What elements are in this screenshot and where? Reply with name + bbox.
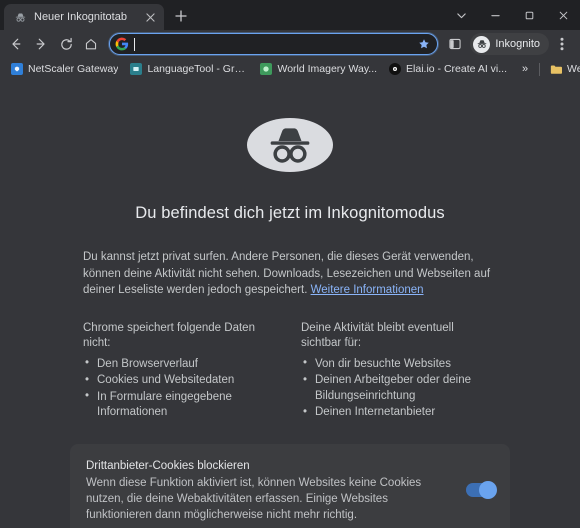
tab-title: Neuer Inkognitotab bbox=[34, 11, 127, 23]
google-g-icon bbox=[115, 37, 129, 51]
incognito-icon bbox=[473, 35, 491, 53]
bookmarks-divider bbox=[539, 62, 541, 76]
column-list: Den Browserverlauf Cookies und Websiteda… bbox=[83, 356, 279, 421]
reload-icon[interactable] bbox=[54, 32, 78, 56]
bookmark-elai-io[interactable]: Elai.io - Create AI vi... bbox=[384, 61, 514, 77]
bookmark-netscaler-gateway[interactable]: NetScaler Gateway bbox=[6, 61, 125, 77]
browser-menu-icon[interactable] bbox=[550, 32, 574, 56]
info-columns: Chrome speichert folgende Daten nicht: D… bbox=[83, 321, 497, 422]
address-input[interactable] bbox=[134, 37, 410, 51]
card-text: Drittanbieter-Cookies blockieren Wenn di… bbox=[86, 458, 454, 523]
list-item: Den Browserverlauf bbox=[83, 356, 279, 373]
chevron-down-icon[interactable] bbox=[444, 0, 478, 30]
card-title: Drittanbieter-Cookies blockieren bbox=[86, 459, 250, 472]
list-item: Deinen Arbeitgeber oder deine Bildungsei… bbox=[301, 373, 497, 404]
page-content: Du kannst jetzt privat surfen. Andere Pe… bbox=[83, 249, 497, 422]
minimize-icon[interactable] bbox=[478, 0, 512, 30]
bookmark-languagetool[interactable]: LanguageTool - Gra... bbox=[125, 61, 255, 77]
page-title: Du befindest dich jetzt im Inkognitomodu… bbox=[135, 204, 445, 222]
bookmark-favicon bbox=[260, 63, 273, 75]
learn-more-link[interactable]: Weitere Informationen bbox=[311, 284, 424, 296]
toggle-knob bbox=[479, 481, 497, 499]
close-icon[interactable] bbox=[143, 10, 158, 25]
bookmarks-overflow-icon[interactable]: » bbox=[516, 63, 534, 75]
column-list: Von dir besuchte Websites Deinen Arbeitg… bbox=[301, 356, 497, 421]
tab-strip: Neuer Inkognitotab bbox=[0, 0, 580, 30]
column-heading: Deine Aktivität bleibt eventuell sichtba… bbox=[301, 321, 454, 349]
home-icon[interactable] bbox=[79, 32, 103, 56]
list-item: Cookies und Websitedaten bbox=[83, 373, 279, 389]
bookmark-favicon bbox=[11, 63, 23, 75]
column-still-visible: Deine Aktivität bleibt eventuell sichtba… bbox=[301, 321, 497, 422]
bookmark-folder-weitere-lesezeichen[interactable]: Weitere Lesezeichen bbox=[545, 61, 580, 77]
block-third-party-cookies-toggle[interactable] bbox=[466, 481, 497, 499]
bookmark-label: NetScaler Gateway bbox=[28, 63, 119, 75]
intro-paragraph: Du kannst jetzt privat surfen. Andere Pe… bbox=[83, 249, 497, 299]
text-caret bbox=[134, 37, 135, 51]
third-party-cookies-card: Drittanbieter-Cookies blockieren Wenn di… bbox=[70, 443, 510, 528]
new-tab-button[interactable] bbox=[168, 3, 194, 29]
incognito-pill-label: Inkognito bbox=[495, 38, 540, 50]
bookmark-star-icon[interactable] bbox=[415, 35, 433, 53]
incognito-hat-glasses-icon bbox=[247, 118, 333, 172]
bookmark-favicon bbox=[130, 63, 143, 75]
incognito-icon bbox=[13, 10, 27, 24]
address-bar[interactable] bbox=[109, 33, 439, 55]
bookmark-label: World Imagery Way... bbox=[277, 63, 378, 75]
incognito-profile-pill[interactable]: Inkognito bbox=[470, 33, 549, 55]
bookmarks-bar: NetScaler Gateway LanguageTool - Gra... … bbox=[0, 58, 580, 80]
bookmark-world-imagery-way[interactable]: World Imagery Way... bbox=[255, 61, 384, 77]
bookmark-label: Weitere Lesezeichen bbox=[567, 63, 580, 75]
back-icon[interactable] bbox=[4, 32, 28, 56]
list-item: In Formulare eingegebene Informationen bbox=[83, 389, 279, 421]
bookmark-favicon bbox=[389, 63, 402, 75]
list-item: Von dir besuchte Websites bbox=[301, 356, 497, 373]
column-not-saved: Chrome speichert folgende Daten nicht: D… bbox=[83, 321, 279, 422]
tab-neuer-inkognitotab[interactable]: Neuer Inkognitotab bbox=[4, 4, 164, 30]
folder-icon bbox=[550, 63, 563, 75]
incognito-new-tab-page: Du befindest dich jetzt im Inkognitomodu… bbox=[0, 80, 580, 528]
browser-toolbar: Inkognito bbox=[0, 30, 580, 58]
forward-icon[interactable] bbox=[29, 32, 53, 56]
bookmark-label: LanguageTool - Gra... bbox=[147, 63, 249, 75]
card-description: Wenn diese Funktion aktiviert ist, könne… bbox=[86, 476, 422, 521]
column-heading: Chrome speichert folgende Daten nicht: bbox=[83, 321, 255, 349]
intro-text: Du kannst jetzt privat surfen. Andere Pe… bbox=[83, 251, 491, 296]
window-controls bbox=[444, 0, 580, 30]
side-panel-icon[interactable] bbox=[443, 32, 467, 56]
maximize-icon[interactable] bbox=[512, 0, 546, 30]
list-item: Deinen Internetanbieter bbox=[301, 405, 497, 421]
close-window-icon[interactable] bbox=[546, 0, 580, 30]
bookmark-label: Elai.io - Create AI vi... bbox=[406, 63, 508, 75]
